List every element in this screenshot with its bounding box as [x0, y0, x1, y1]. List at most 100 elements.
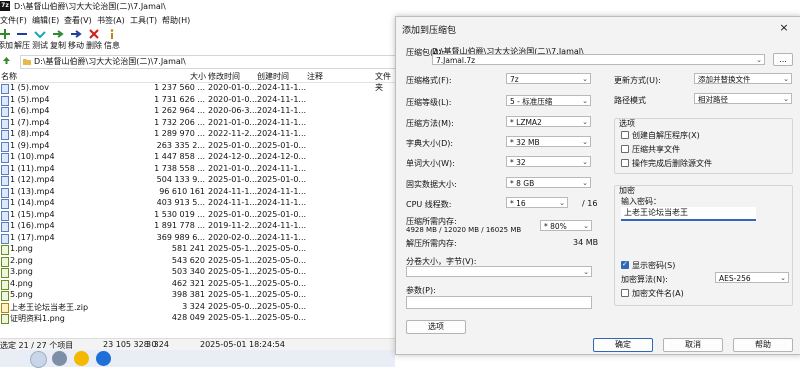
file-created: 2024-11-1... — [257, 117, 307, 127]
file-row[interactable]: 5.png 398 381 2025-05-1... 2025-05-0... — [0, 290, 395, 301]
file-name: 证明资料1.png — [10, 314, 65, 323]
file-modified: 2024-12-0... — [208, 152, 258, 161]
sfx-checkbox[interactable] — [621, 131, 629, 139]
chevron-down-icon: ⌄ — [756, 56, 762, 64]
file-row[interactable]: 1 (17).mp4 369 989 6... 2020-02-0... 2024-1… — [0, 233, 395, 244]
file-created: 2025-05-0... — [257, 267, 307, 276]
file-created: 2024-11-1... — [257, 83, 307, 92]
file-modified: 2025-05-0... — [208, 301, 258, 311]
info-button[interactable]: 信息 — [101, 27, 123, 51]
file-row[interactable]: 3.png 503 340 2025-05-1... 2025-05-0... — [0, 267, 395, 278]
taskbar-app-icon[interactable] — [30, 351, 47, 368]
file-row[interactable]: 1 (15).mp4 1 530 019 ... 2025-01-0... 2025-… — [0, 210, 395, 221]
file-row[interactable]: 2.png 543 620 2025-05-1... 2025-05-0... — [0, 256, 395, 267]
archive-name-combo[interactable]: 7.Jamal.7z ⌄ — [432, 54, 765, 65]
file-row[interactable]: 1 (9).mp4 263 335 2... 2025-01-0... 2025-01… — [0, 141, 395, 152]
ok-button[interactable]: 确定 — [593, 338, 653, 352]
image-file-icon — [1, 314, 9, 324]
file-row[interactable]: 1 (8).mp4 1 289 970 ... 2022-11-2... 2024-1… — [0, 129, 395, 140]
shared-checkbox[interactable] — [621, 145, 629, 153]
file-size: 462 321 — [171, 278, 205, 288]
menu-view[interactable]: 查看(V) — [64, 15, 92, 26]
file-size: 581 241 — [171, 244, 205, 253]
file-created: 2025-05-0... — [257, 290, 307, 299]
file-row[interactable]: 1 (16).mp4 1 891 778 ... 2019-11-2... 2024-… — [0, 221, 395, 232]
taskbar-check-icon[interactable] — [96, 351, 111, 366]
file-row[interactable]: 上老王论坛当老王.zip 3 324 2025-05-0... 2025-05-0..… — [0, 302, 395, 313]
file-created: 2024-11-1... — [257, 221, 307, 230]
file-size: 369 989 6... — [156, 232, 205, 242]
col-modified[interactable]: 修改时间 — [208, 71, 240, 82]
address-field[interactable]: D:\基督山伯爵\习大大论治国(二)\7.Jamal\ — [20, 55, 397, 69]
copy-arrow-icon — [53, 30, 64, 38]
split-select[interactable]: ⌄ — [406, 266, 592, 277]
file-created: 2024-12-0... — [257, 152, 307, 161]
taskbar-app-icon[interactable] — [74, 351, 89, 366]
file-row[interactable]: 1 (11).mp4 1 738 558 ... 2021-01-0... 2024-… — [0, 164, 395, 175]
word-select[interactable]: * 32 ⌄ — [506, 156, 591, 167]
menu-edit[interactable]: 编辑(E) — [32, 15, 59, 26]
delete-after-checkbox[interactable] — [621, 159, 629, 167]
level-select[interactable]: 5 - 标准压缩 ⌄ — [506, 95, 591, 106]
file-modified: 2020-06-3... — [208, 106, 258, 115]
format-select[interactable]: 7z ⌄ — [506, 73, 591, 84]
video-file-icon — [1, 164, 9, 175]
mem-percent-select[interactable]: * 80% ⌄ — [540, 220, 592, 231]
app-logo-icon: 7z — [0, 1, 10, 11]
file-row[interactable]: 1 (13).mp4 96 610 161 2024-11-1... 2024-11-… — [0, 187, 395, 198]
menu-help[interactable]: 帮助(H) — [162, 15, 190, 26]
params-input[interactable] — [406, 296, 592, 309]
file-modified: 2025-01-0... — [208, 140, 258, 150]
window-title: D:\基督山伯爵\习大大论治国(二)\7.Jamal\ — [14, 2, 166, 11]
password-input[interactable]: 上老王论坛当老王 — [621, 207, 756, 221]
show-password-checkbox[interactable] — [621, 260, 629, 269]
file-name: 1 (12).mp4 — [10, 175, 55, 184]
file-row[interactable]: 1 (14).mp4 403 913 5... 2024-11-1... 2024-1… — [0, 198, 395, 209]
file-size: 96 610 161 — [159, 186, 205, 196]
menu-bookmarks[interactable]: 书签(A) — [97, 15, 125, 26]
up-folder-icon[interactable] — [2, 56, 11, 65]
close-icon[interactable]: × — [774, 21, 794, 35]
pathmode-select[interactable]: 相对路径 ⌄ — [694, 93, 792, 104]
delete-x-icon — [89, 29, 99, 39]
col-name[interactable]: 名称 — [1, 71, 17, 82]
file-created: 2025-01-0... — [257, 140, 307, 150]
file-row[interactable]: 1 (10).mp4 1 447 858 ... 2024-12-0... 2024-… — [0, 152, 395, 163]
file-row[interactable]: 1 (5).mov 1 237 560 ... 2020-01-0... 2024-1… — [0, 83, 395, 94]
dict-select[interactable]: * 32 MB ⌄ — [506, 136, 591, 147]
menu-file[interactable]: 文件(F) — [0, 15, 27, 26]
options-button[interactable]: 选项 — [406, 320, 466, 334]
file-row[interactable]: 1 (5).mp4 1 731 626 ... 2020-01-0... 2024-1… — [0, 95, 395, 106]
col-size[interactable]: 大小 — [190, 71, 206, 82]
encryption-group-title: 加密 — [619, 186, 635, 195]
file-row[interactable]: 1 (6).mp4 1 262 964 ... 2020-06-3... 2024-1… — [0, 106, 395, 117]
taskbar-avatar-icon[interactable] — [52, 351, 67, 366]
file-row[interactable]: 1 (12).mp4 504 133 9... 2025-01-0... 2025-0… — [0, 175, 395, 186]
file-modified: 2022-11-2... — [208, 129, 258, 138]
update-select[interactable]: 添加并替换文件 ⌄ — [694, 73, 792, 84]
image-file-icon — [1, 279, 9, 290]
browse-button[interactable]: ... — [773, 53, 793, 66]
col-comment[interactable]: 注释 — [307, 71, 323, 82]
cpu-select[interactable]: * 16 ⌄ — [506, 197, 568, 208]
method-select[interactable]: * LZMA2 ⌄ — [506, 116, 591, 127]
col-created[interactable]: 创建时间 — [257, 71, 289, 82]
file-modified: 2019-11-2... — [208, 221, 258, 230]
address-bar: D:\基督山伯爵\习大大论治国(二)\7.Jamal\ — [0, 55, 397, 69]
file-created: 2025-05-0... — [257, 255, 307, 265]
file-row[interactable]: 证明资料1.png 428 049 2025-05-1... 2025-05-0... — [0, 313, 395, 324]
solid-select[interactable]: * 8 GB ⌄ — [506, 177, 591, 188]
help-button[interactable]: 帮助 — [733, 338, 793, 352]
file-name: 1.png — [10, 244, 33, 253]
file-row[interactable]: 1.png 581 241 2025-05-1... 2025-05-0... — [0, 244, 395, 255]
encrypt-names-checkbox[interactable] — [621, 289, 629, 297]
menu-tools[interactable]: 工具(T) — [130, 15, 157, 26]
file-name: 1 (6).mp4 — [10, 106, 50, 115]
file-name: 上老王论坛当老王.zip — [10, 302, 89, 312]
cancel-button[interactable]: 取消 — [663, 338, 723, 352]
file-row[interactable]: 1 (7).mp4 1 732 206 ... 2021-01-0... 2024-1… — [0, 118, 395, 129]
video-file-icon — [1, 176, 9, 186]
enc-method-select[interactable]: AES-256 ⌄ — [715, 272, 789, 283]
file-row[interactable]: 4.png 462 321 2025-05-1... 2025-05-0... — [0, 279, 395, 290]
chevron-down-icon: ⌄ — [582, 75, 588, 83]
